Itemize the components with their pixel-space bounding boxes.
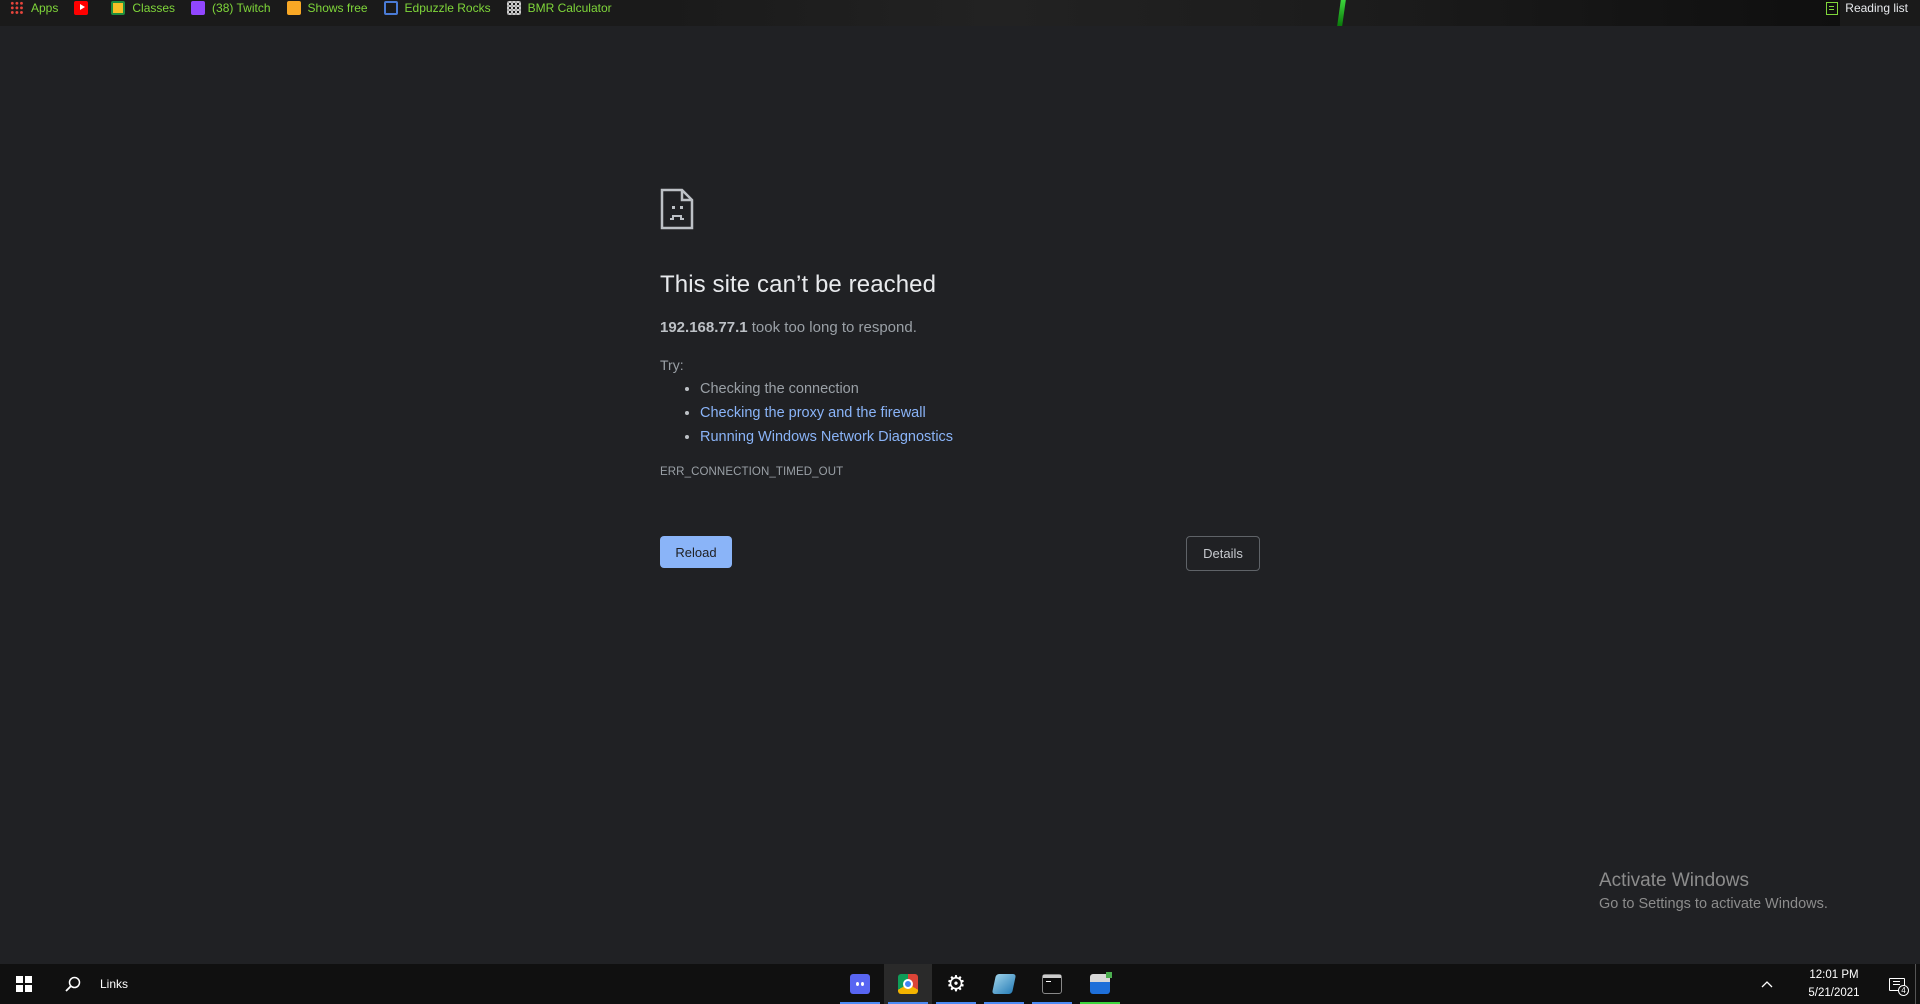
- bookmark-youtube[interactable]: [74, 1, 95, 15]
- wallpaper-shade: [1440, 0, 1840, 26]
- apps-grid-icon: [10, 1, 24, 15]
- bookmark-label: Classes: [132, 1, 176, 15]
- taskbar-app-discord[interactable]: [836, 964, 884, 1004]
- system-tray: 12:01 PM 5/21/2021 4: [1755, 964, 1920, 1004]
- taskbar-app-settings[interactable]: ⚙: [932, 964, 980, 1004]
- show-hidden-icons-button[interactable]: [1755, 964, 1779, 1004]
- bookmark-bmr-calculator[interactable]: BMR Calculator: [506, 1, 612, 15]
- bookmarks-bar: Apps Classes (38) Twitch Shows free Edpu…: [0, 0, 1920, 26]
- show-desktop-button[interactable]: [1915, 964, 1920, 1004]
- suggestion-check-connection: Checking the connection: [700, 380, 1260, 398]
- shows-icon: [286, 1, 301, 15]
- bookmark-apps[interactable]: Apps: [10, 1, 58, 15]
- bookmark-list: Apps Classes (38) Twitch Shows free Edpu…: [10, 0, 628, 16]
- error-buttons: Reload Details: [660, 536, 1260, 572]
- bookmark-shows-free[interactable]: Shows free: [286, 1, 368, 15]
- windows-logo-icon: [16, 976, 32, 992]
- bookmark-label: BMR Calculator: [527, 1, 612, 15]
- reading-list-icon: [1826, 1, 1839, 15]
- bookmark-edpuzzle[interactable]: Edpuzzle Rocks: [383, 1, 491, 15]
- bookmark-label: Edpuzzle Rocks: [404, 1, 491, 15]
- taskbar-app-snipping[interactable]: [1076, 964, 1124, 1004]
- start-button[interactable]: [0, 964, 48, 1004]
- action-center-button[interactable]: 4: [1879, 964, 1915, 1004]
- try-label: Try:: [660, 357, 684, 373]
- suggestion-network-diagnostics-link[interactable]: Running Windows Network Diagnostics: [700, 428, 1260, 446]
- youtube-icon: [74, 1, 89, 15]
- error-code: ERR_CONNECTION_TIMED_OUT: [660, 466, 844, 478]
- taskbar: Links ⚙ 12:01 PM 5/21/2021 4: [0, 964, 1920, 1004]
- sad-page-icon: [660, 188, 694, 230]
- error-title: This site can’t be reached: [660, 271, 937, 298]
- editor-icon: [991, 974, 1017, 994]
- calculator-icon: [506, 1, 521, 15]
- bookmark-classes[interactable]: Classes: [111, 1, 175, 15]
- taskbar-app-editor[interactable]: [980, 964, 1028, 1004]
- clock-time: 12:01 PM: [1809, 969, 1859, 981]
- classroom-icon: [111, 1, 126, 15]
- links-toolbar[interactable]: Links: [100, 964, 128, 1004]
- error-message: took too long to respond.: [747, 319, 917, 336]
- terminal-icon: [1042, 974, 1062, 994]
- reading-list-button[interactable]: Reading list: [1826, 0, 1908, 16]
- bookmark-label: Shows free: [307, 1, 368, 15]
- twitch-icon: [191, 1, 206, 15]
- notification-count: 4: [1898, 985, 1909, 996]
- chevron-up-icon: [1761, 981, 1773, 988]
- search-icon: [65, 976, 81, 992]
- search-button[interactable]: [58, 964, 88, 1004]
- taskbar-app-chrome[interactable]: [884, 964, 932, 1004]
- suggestion-check-proxy-link[interactable]: Checking the proxy and the firewall: [700, 404, 1260, 422]
- suggestion-list: Checking the connection Checking the pro…: [700, 380, 1260, 446]
- gear-icon: ⚙: [946, 971, 966, 996]
- clock[interactable]: 12:01 PM 5/21/2021: [1799, 966, 1869, 1002]
- reload-button[interactable]: Reload: [660, 536, 732, 568]
- bookmark-twitch[interactable]: (38) Twitch: [191, 1, 271, 15]
- error-host: 192.168.77.1: [660, 319, 748, 336]
- bookmark-label: Apps: [31, 1, 59, 15]
- details-button[interactable]: Details: [1186, 536, 1260, 571]
- error-page: This site can’t be reached 192.168.77.1 …: [660, 188, 1260, 572]
- chrome-icon: [898, 974, 918, 994]
- taskbar-apps: ⚙: [836, 964, 1124, 1004]
- edpuzzle-icon: [383, 1, 398, 15]
- watermark-title: Activate Windows: [1599, 870, 1749, 891]
- clock-date: 5/21/2021: [1808, 987, 1860, 999]
- activate-windows-watermark: Activate Windows Go to Settings to activ…: [1599, 870, 1828, 912]
- taskbar-app-terminal[interactable]: [1028, 964, 1076, 1004]
- discord-icon: [850, 974, 870, 994]
- bookmark-label: (38) Twitch: [212, 1, 271, 15]
- error-description: 192.168.77.1 took too long to respond.: [660, 319, 1260, 336]
- reading-list-label: Reading list: [1845, 1, 1908, 15]
- watermark-subtitle: Go to Settings to activate Windows.: [1599, 896, 1828, 912]
- snip-icon: [1090, 972, 1112, 994]
